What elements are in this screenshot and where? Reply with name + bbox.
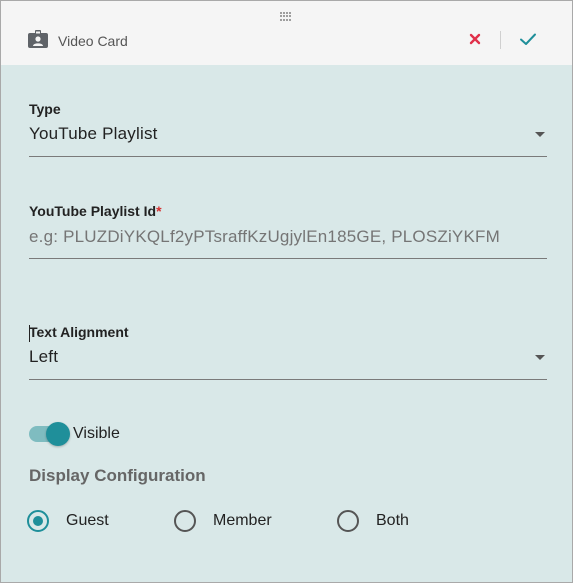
playlist-id-label-text: YouTube Playlist Id bbox=[29, 203, 157, 219]
playlist-id-input[interactable] bbox=[29, 226, 547, 248]
radio-both-label[interactable]: Both bbox=[376, 512, 409, 530]
check-icon[interactable] bbox=[518, 31, 538, 47]
display-configuration-title: Display Configuration bbox=[29, 466, 206, 485]
badge-icon bbox=[28, 30, 48, 48]
chevron-down-icon[interactable] bbox=[534, 131, 546, 138]
type-underline bbox=[29, 156, 547, 157]
chevron-down-icon[interactable] bbox=[534, 354, 546, 361]
text-alignment-label: Text Alignment bbox=[29, 324, 129, 340]
text-alignment-select-value[interactable]: Left bbox=[29, 347, 58, 367]
card-header: Video Card bbox=[1, 1, 572, 65]
drag-handle-icon[interactable] bbox=[280, 12, 292, 21]
visible-toggle-label: Visible bbox=[73, 425, 120, 442]
text-alignment-underline bbox=[29, 379, 547, 380]
type-select-value[interactable]: YouTube Playlist bbox=[29, 124, 158, 144]
radio-outer bbox=[174, 510, 196, 532]
video-card-editor: Video Card Type YouTube Playlist YouTube… bbox=[0, 0, 573, 583]
type-label: Type bbox=[29, 101, 61, 117]
card-title: Video Card bbox=[58, 33, 128, 49]
radio-both[interactable] bbox=[337, 510, 359, 532]
radio-member[interactable] bbox=[174, 510, 196, 532]
header-divider bbox=[500, 31, 501, 49]
required-mark: * bbox=[156, 203, 162, 219]
playlist-id-underline bbox=[29, 258, 547, 259]
visible-toggle[interactable] bbox=[29, 422, 71, 446]
radio-guest-label[interactable]: Guest bbox=[66, 512, 109, 530]
radio-dot bbox=[33, 516, 43, 526]
playlist-id-label: YouTube Playlist Id* bbox=[29, 203, 162, 219]
toggle-knob bbox=[46, 422, 70, 446]
close-icon[interactable] bbox=[467, 31, 483, 47]
radio-guest[interactable] bbox=[27, 510, 49, 532]
radio-member-label[interactable]: Member bbox=[213, 512, 272, 530]
radio-outer bbox=[337, 510, 359, 532]
